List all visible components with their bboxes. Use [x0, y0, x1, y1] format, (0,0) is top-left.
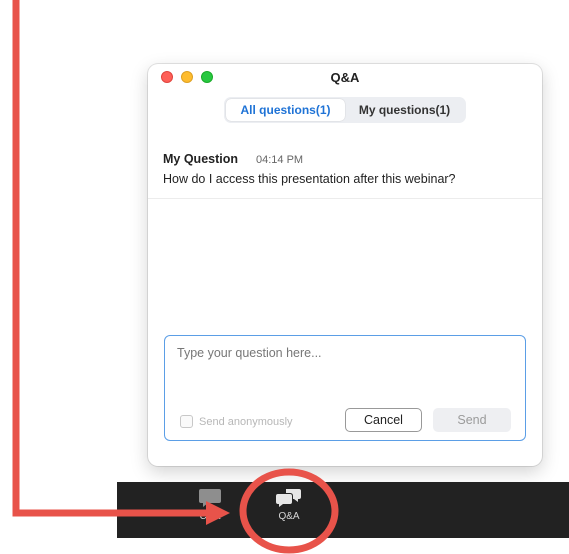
question-text: How do I access this presentation after … — [163, 172, 456, 186]
question-item: My Question 04:14 PM How do I access thi… — [163, 152, 533, 186]
question-timestamp: 04:14 PM — [256, 154, 304, 166]
qa-bubbles-icon — [276, 489, 301, 507]
question-author: My Question — [163, 152, 239, 166]
meeting-toolbar: Chat Q&A — [117, 482, 569, 538]
toolbar-qa-button[interactable]: Q&A — [267, 488, 311, 522]
question-compose-box: Send anonymously Cancel Send — [164, 335, 526, 441]
send-button[interactable]: Send — [433, 408, 511, 432]
send-anonymously-option[interactable]: Send anonymously — [180, 415, 293, 428]
window-titlebar[interactable]: Q&A — [148, 64, 542, 88]
toolbar-qa-label: Q&A — [278, 511, 300, 522]
cancel-button[interactable]: Cancel — [345, 408, 422, 432]
question-list-divider — [148, 198, 542, 199]
tab-all-questions[interactable]: All questions(1) — [226, 99, 345, 121]
toolbar-chat-button[interactable]: Chat — [188, 488, 232, 522]
window-title: Q&A — [330, 70, 360, 85]
send-anonymously-checkbox[interactable] — [180, 415, 193, 428]
tab-my-questions[interactable]: My questions(1) — [345, 99, 464, 121]
qa-window: Q&A All questions(1) My questions(1) My … — [148, 64, 542, 466]
question-header: My Question 04:14 PM — [163, 152, 533, 166]
send-anonymously-label: Send anonymously — [199, 415, 293, 428]
question-input[interactable] — [177, 346, 507, 396]
question-filter-tabs: All questions(1) My questions(1) — [224, 97, 466, 123]
chat-bubble-icon — [199, 489, 221, 507]
screenshot-stage: Q&A All questions(1) My questions(1) My … — [0, 0, 569, 554]
toolbar-chat-label: Chat — [199, 511, 221, 522]
